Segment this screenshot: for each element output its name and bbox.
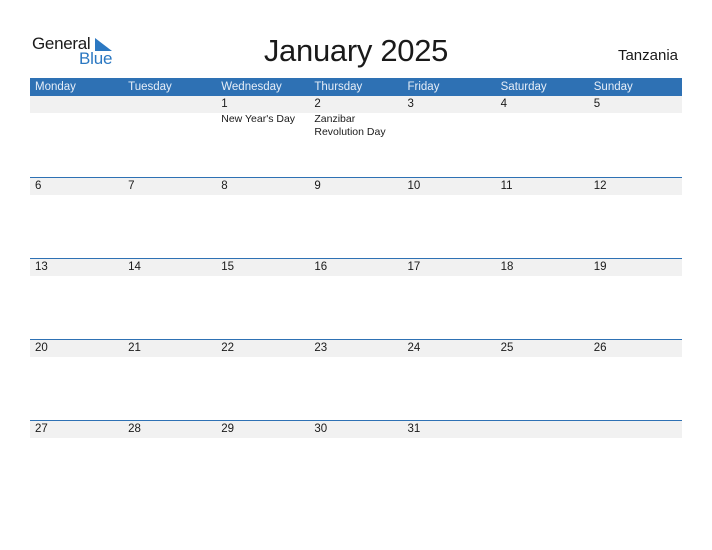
day-number: 3 <box>407 98 414 110</box>
day-cell: 28 <box>123 421 216 501</box>
week-row: 27 28 29 30 31 <box>30 420 682 501</box>
day-cell: 3 <box>403 96 496 177</box>
day-number: 25 <box>500 342 514 354</box>
weekday-header: Wednesday <box>221 81 282 93</box>
day-cell: 25 <box>496 340 589 420</box>
day-cell: 26 <box>589 340 682 420</box>
week-row: 20 21 22 23 24 25 26 <box>30 339 682 420</box>
weekday-header: Tuesday <box>128 81 172 93</box>
day-cell: 14 <box>123 259 216 339</box>
weekday-header: Sunday <box>593 81 633 93</box>
weekday-header: Monday <box>35 81 76 93</box>
day-number: 26 <box>593 342 607 354</box>
day-number <box>594 421 682 438</box>
day-cell: 20 <box>30 340 123 420</box>
day-number: 22 <box>221 342 235 354</box>
day-number: 28 <box>128 423 141 435</box>
weekday-header: Saturday <box>500 81 547 93</box>
day-number: 17 <box>407 261 421 273</box>
day-cell: 19 <box>589 259 682 339</box>
day-number: 29 <box>221 423 235 435</box>
day-cell: 18 <box>496 259 589 339</box>
day-cell: 17 <box>403 259 496 339</box>
day-number: 12 <box>593 180 607 192</box>
day-cell: 16 <box>309 259 402 339</box>
day-cell <box>496 421 589 501</box>
day-cell: 31 <box>403 421 496 501</box>
day-number: 8 <box>221 180 228 192</box>
day-number: 31 <box>407 423 421 435</box>
weekday-header: Thursday <box>314 81 363 93</box>
day-number: 18 <box>500 261 514 273</box>
day-cell <box>589 421 682 501</box>
day-number: 4 <box>500 98 508 110</box>
day-cell: 9 <box>309 178 402 258</box>
day-cell: 29 <box>216 421 309 501</box>
day-cell: 23 <box>309 340 402 420</box>
day-cell: 24 <box>403 340 496 420</box>
day-number: 16 <box>314 261 328 273</box>
day-number <box>128 96 216 113</box>
day-cell: 15 <box>216 259 309 339</box>
day-cell: 8 <box>216 178 309 258</box>
day-cell: 13 <box>30 259 123 339</box>
day-cell: 2 Zanzibar Revolution Day <box>309 96 402 177</box>
day-number: 10 <box>407 180 421 192</box>
day-number: 15 <box>221 261 235 273</box>
day-number: 1 <box>221 98 228 110</box>
day-cell: 1 New Year's Day <box>216 96 309 177</box>
day-number: 13 <box>35 261 48 273</box>
holiday-label: Zanzibar Revolution Day <box>314 113 386 138</box>
page-title: January 2025 <box>263 33 449 68</box>
week-row: 1 New Year's Day 2 Zanzibar Revolution Day 3… <box>30 96 682 177</box>
weekday-header-row: Monday Tuesday Wednesday Thursday Friday Satu… <box>30 78 682 96</box>
day-cell: 21 <box>123 340 216 420</box>
day-cell: 30 <box>309 421 402 501</box>
day-cell: 27 <box>30 421 123 501</box>
week-row: 6 7 8 9 10 11 12 <box>30 177 682 258</box>
holiday-label: New Year's Day <box>221 113 296 125</box>
day-cell: 11 <box>496 178 589 258</box>
day-number: 6 <box>35 180 42 192</box>
day-cell: 5 <box>589 96 682 177</box>
day-number <box>35 96 123 113</box>
calendar-grid: Monday Tuesday Wednesday Thursday Friday Satu… <box>30 78 682 501</box>
day-cell: 6 <box>30 178 123 258</box>
day-number: 24 <box>407 342 421 354</box>
day-number: 30 <box>314 423 328 435</box>
day-number: 19 <box>593 261 607 273</box>
day-number: 9 <box>314 180 321 192</box>
day-number: 7 <box>128 180 135 192</box>
day-cell: 22 <box>216 340 309 420</box>
weeks-container: 1 New Year's Day 2 Zanzibar Revolution Day 3… <box>30 96 682 501</box>
day-number: 14 <box>128 261 141 273</box>
day-number <box>501 421 589 438</box>
day-number: 5 <box>593 98 601 110</box>
day-number: 2 <box>314 98 321 110</box>
day-number: 20 <box>35 342 48 354</box>
day-number: 23 <box>314 342 328 354</box>
weekday-header: Friday <box>407 81 440 93</box>
country-label: Tanzania <box>617 47 678 64</box>
day-cell: 12 <box>589 178 682 258</box>
week-row: 13 14 15 16 17 18 19 <box>30 258 682 339</box>
day-cell: 7 <box>123 178 216 258</box>
day-number: 11 <box>500 180 513 192</box>
day-number: 21 <box>128 342 141 354</box>
day-cell: 4 <box>496 96 589 177</box>
day-cell <box>123 96 216 177</box>
day-cell: 10 <box>403 178 496 258</box>
day-cell <box>30 96 123 177</box>
day-number: 27 <box>35 423 48 435</box>
